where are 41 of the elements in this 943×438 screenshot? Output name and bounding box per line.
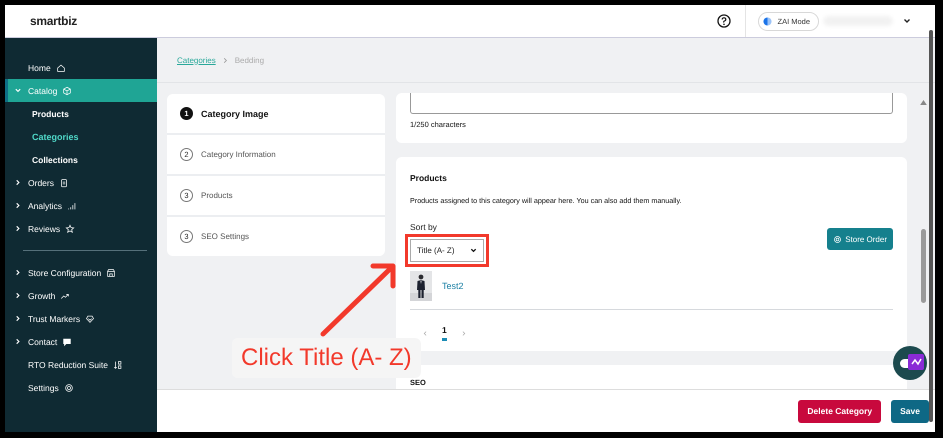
nav-item[interactable]: Store Configuration [5, 261, 157, 284]
star-icon [65, 224, 76, 234]
storefront-icon [106, 268, 116, 278]
nav-item[interactable]: Reviews [5, 217, 157, 240]
nav-item[interactable]: Trust Markers [5, 307, 157, 330]
clipboard-icon [58, 178, 69, 188]
nav-item[interactable]: Home [5, 56, 157, 79]
annotation-label: Click Title (A- Z) [232, 338, 421, 378]
bar-chart-icon [67, 200, 78, 210]
chat-bubble-icon [62, 336, 72, 346]
nav-item[interactable]: Analytics [5, 194, 157, 217]
sort-label: Sort by [410, 222, 438, 232]
product-link[interactable]: Test2 [442, 281, 464, 291]
nav-subitem[interactable]: Products [5, 102, 157, 125]
house-icon [56, 62, 66, 72]
chevron-down-icon [470, 247, 477, 254]
logo[interactable]: smartbiz [5, 5, 157, 38]
cube-icon [62, 86, 72, 96]
nav-item[interactable]: RTO Reduction Suite [5, 353, 157, 376]
nav-item[interactable]: Contact [5, 330, 157, 353]
save-button[interactable]: Save [891, 400, 929, 422]
section-title: Products [410, 172, 448, 183]
nav-item[interactable]: Growth [5, 284, 157, 307]
nav-item[interactable]: Orders [5, 171, 157, 194]
breadcrumb-current: Bedding [234, 56, 264, 64]
half-circle-icon [763, 16, 772, 26]
nav-subitem[interactable]: Collections [5, 148, 157, 171]
scroll-up-icon[interactable] [920, 100, 927, 105]
chat-button[interactable] [893, 346, 927, 380]
sort-icon [113, 360, 124, 370]
text-area[interactable] [410, 93, 893, 114]
sort-dropdown[interactable]: Title (A- Z) [410, 239, 484, 262]
nav-subitem[interactable]: Categories [5, 125, 157, 148]
help-icon[interactable] [717, 14, 732, 28]
shield-heart-icon [85, 314, 96, 324]
chevron-right-icon [222, 56, 229, 64]
chevron-down-icon[interactable] [903, 17, 911, 25]
store-order-button[interactable]: Store Order [827, 228, 893, 250]
page-number[interactable]: 1 [442, 325, 447, 341]
delete-button[interactable]: Delete Category [798, 400, 882, 422]
nav-item[interactable]: Settings [5, 376, 157, 399]
